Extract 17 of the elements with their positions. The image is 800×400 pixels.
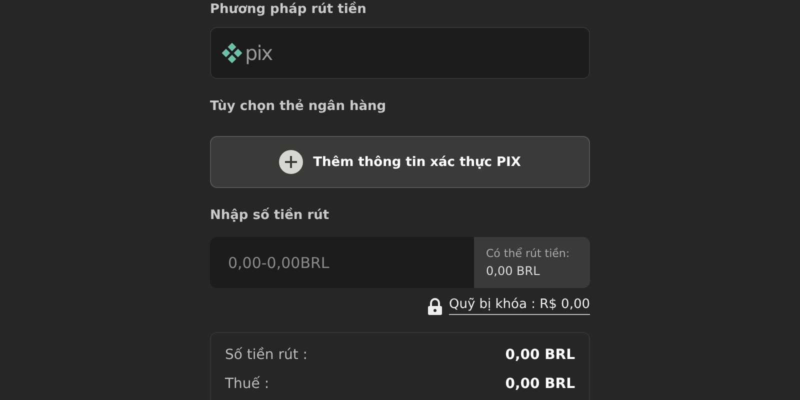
summary-value: 0,00 BRL	[505, 347, 575, 363]
amount-input[interactable]: 0,00-0,00BRL	[210, 237, 474, 288]
locked-funds-link[interactable]: Quỹ bị khóa : R$ 0,00	[448, 297, 590, 315]
section-label: Phương pháp rút tiền	[210, 0, 368, 19]
diamond-icon	[222, 43, 242, 63]
section-label: Nhập số tiền rút	[210, 206, 330, 225]
summary-label: Thuế :	[225, 376, 270, 392]
available-value: 0,00 BRL	[486, 264, 541, 278]
available-label: Có thể rút tiền:	[486, 247, 571, 260]
lock-icon	[426, 298, 443, 314]
pix-logo: pix	[245, 41, 272, 65]
method-selector[interactable]: pix	[210, 27, 590, 79]
section-label: Tùy chọn thẻ ngân hàng	[210, 98, 388, 116]
plus-icon	[279, 150, 304, 174]
summary-value: 0,00 BRL	[505, 376, 575, 392]
summary-label: Số tiền rút :	[225, 347, 308, 363]
add-pix-button[interactable]: Thêm thông tin xác thực PIX	[210, 136, 590, 188]
